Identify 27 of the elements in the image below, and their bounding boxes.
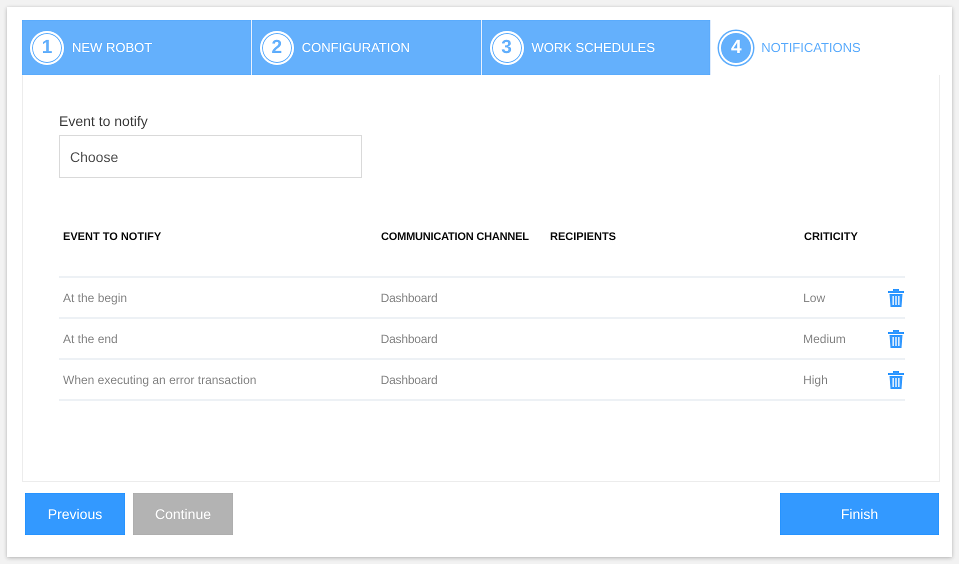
nav-button[interactable]: Finish [780, 493, 939, 535]
step-number: 2 [260, 30, 294, 64]
table-cell-text: Dashboard [380, 290, 439, 304]
table-cell-text: Dashboard [380, 372, 439, 386]
column-header: RECIPIENTS [550, 231, 618, 243]
step-tab[interactable]: 2 CONFIGURATION [252, 20, 482, 75]
event-select[interactable]: Choose [59, 135, 362, 178]
nav-button[interactable]: Previous [25, 493, 125, 535]
table-cell-text: Medium [803, 332, 847, 346]
delete-icon[interactable] [887, 328, 905, 348]
step-number: 3 [490, 30, 524, 64]
delete-icon[interactable] [887, 288, 905, 308]
table-cell-text: High [803, 372, 829, 386]
table-cell-text: At the end [62, 332, 119, 346]
step-tab[interactable]: 3 WORK SCHEDULES [482, 20, 712, 75]
step-number: 4 [719, 30, 754, 64]
table-cell-text: Low [803, 290, 826, 304]
column-header: COMMUNICATION CHANNEL [381, 231, 530, 243]
field-label: Event to notify [59, 113, 148, 129]
table-cell-text: At the begin [62, 290, 128, 304]
column-header: EVENT TO NOTIFY [62, 231, 162, 243]
table-cell-text: When executing an error transaction [62, 372, 258, 386]
table-cell-text: Dashboard [380, 332, 439, 346]
step-tab[interactable]: 1 NEW ROBOT [22, 20, 252, 75]
delete-icon[interactable] [887, 370, 905, 390]
column-header: CRITICITY [804, 231, 859, 243]
step-number: 1 [30, 30, 64, 64]
